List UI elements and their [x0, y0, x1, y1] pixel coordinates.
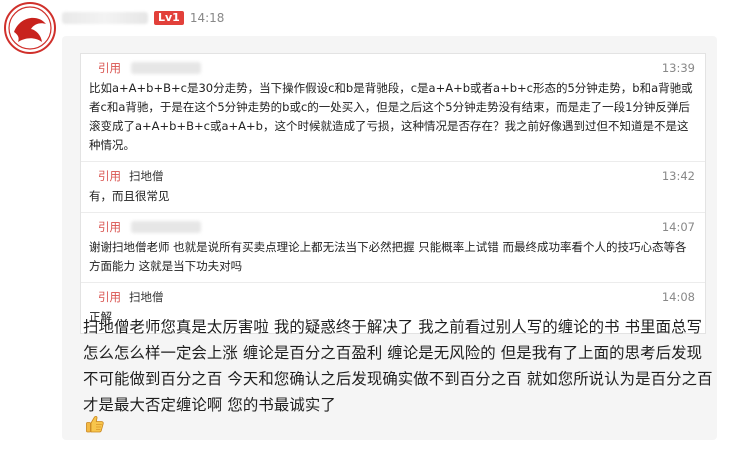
avatar[interactable]	[4, 2, 56, 54]
quote-item: 引用 13:39 比如a+A+b+B+c是30分走势，当下操作假设c和b是背驰段…	[81, 54, 705, 162]
quote-text: 比如a+A+b+B+c是30分走势，当下操作假设c和b是背驰段，c是a+A+b或…	[89, 81, 693, 152]
post-header: Lv1 14:18	[62, 8, 224, 28]
reply-text: 扫地僧老师您真是太厉害啦 我的疑惑终于解决了 我之前看过别人写的缠论的书 书里面…	[83, 318, 713, 414]
level-badge: Lv1	[154, 11, 184, 25]
quote-text: 有，而且很常见	[89, 189, 170, 203]
thumbs-up-icon	[85, 414, 105, 434]
quote-author-redacted	[131, 221, 201, 233]
quote-time: 13:42	[661, 169, 695, 183]
quote-item: 引用 扫地僧 13:42 有，而且很常见	[81, 162, 705, 213]
post-time: 14:18	[189, 11, 225, 25]
quote-time: 14:08	[661, 290, 695, 304]
quote-label[interactable]: 引用	[98, 289, 121, 305]
quote-time: 13:39	[661, 61, 695, 75]
red-fish-logo-icon	[4, 2, 56, 54]
quote-label[interactable]: 引用	[98, 60, 121, 76]
quote-text: 谢谢扫地僧老师 也就是说所有买卖点理论上都无法当下必然把握 只能概率上试错 而最…	[89, 240, 687, 273]
quote-author[interactable]: 扫地僧	[129, 168, 164, 184]
quote-list: 引用 13:39 比如a+A+b+B+c是30分走势，当下操作假设c和b是背驰段…	[80, 53, 706, 334]
quote-time: 14:07	[661, 220, 695, 234]
quote-item: 引用 14:07 谢谢扫地僧老师 也就是说所有买卖点理论上都无法当下必然把握 只…	[81, 213, 705, 283]
quote-author[interactable]: 扫地僧	[129, 289, 164, 305]
username-redacted[interactable]	[62, 12, 148, 24]
quote-label[interactable]: 引用	[98, 168, 121, 184]
quote-label[interactable]: 引用	[98, 219, 121, 235]
quote-author-redacted	[131, 62, 201, 74]
